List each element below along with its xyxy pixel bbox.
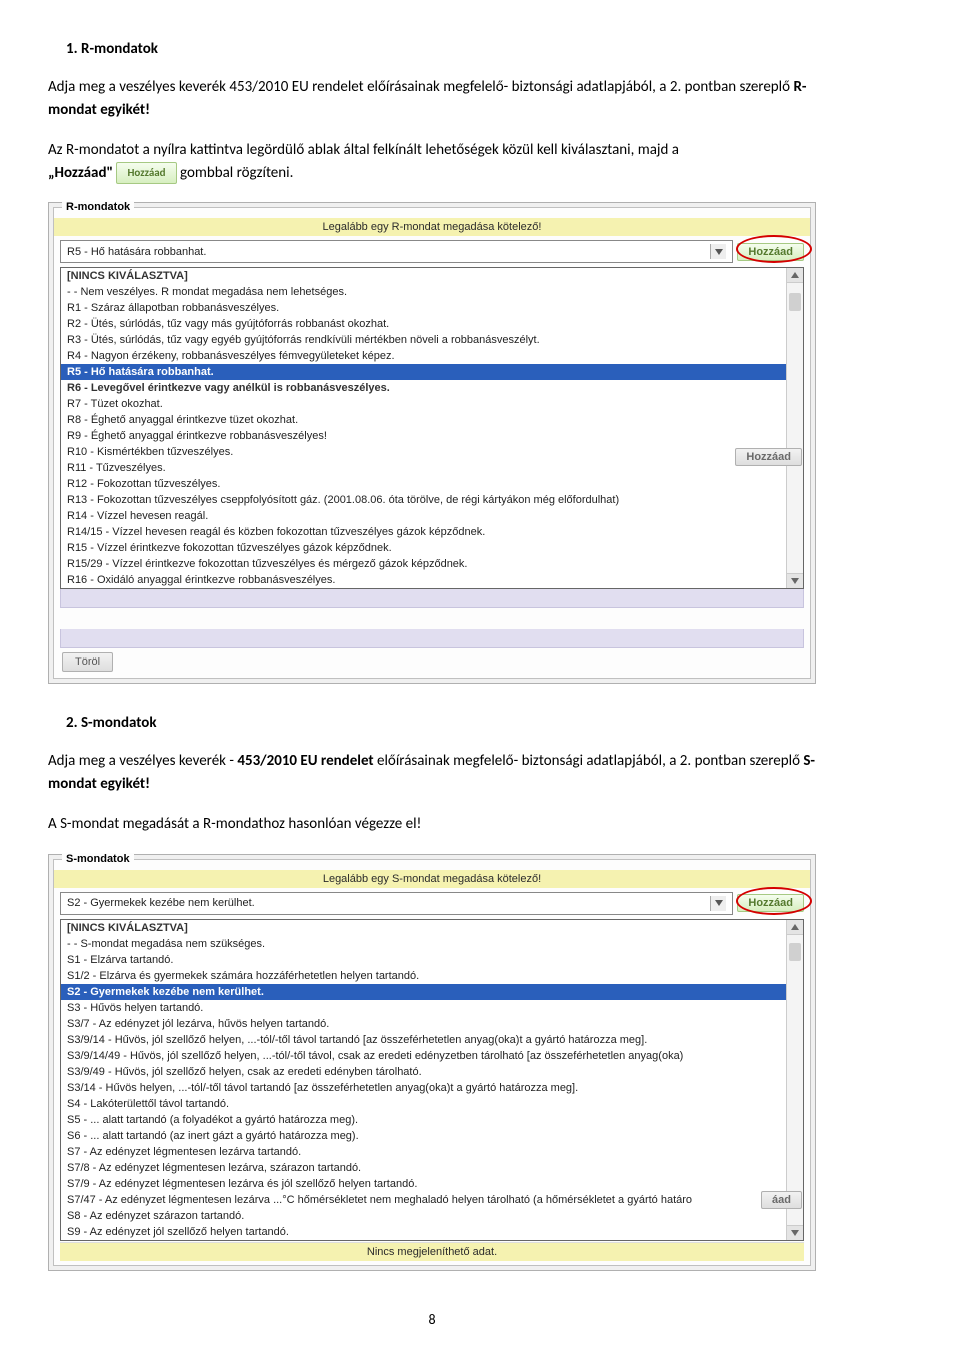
screenshot-r-mondatok: R-mondatok Legalább egy R-mondat megadás…: [48, 202, 816, 684]
hozzaad-button-r[interactable]: Hozzáad: [737, 243, 804, 261]
dropdown-option[interactable]: S1 - Elzárva tartandó.: [61, 952, 786, 968]
warning-bar-r: Legalább egy R-mondat megadása kötelező!: [54, 218, 810, 236]
dropdown-option[interactable]: S7/47 - Az edényzet légmentesen lezárva …: [61, 1192, 786, 1208]
dropdown-option[interactable]: R9 - Éghető anyaggal érintkezve robbanás…: [61, 428, 786, 444]
dropdown-option[interactable]: S3/9/14 - Hűvös, jól szellőző helyen, ..…: [61, 1032, 786, 1048]
dropdown-option[interactable]: R16 - Oxidáló anyaggal érintkezve robban…: [61, 572, 786, 588]
dropdown-option[interactable]: S3 - Hűvös helyen tartandó.: [61, 1000, 786, 1016]
torol-button[interactable]: Töröl: [62, 652, 113, 672]
hozzaad-button-side[interactable]: Hozzáad: [735, 448, 802, 466]
no-data-bar: Nincs megjeleníthető adat.: [60, 1242, 804, 1261]
dropdown-option[interactable]: - - S-mondat megadása nem szükséges.: [61, 936, 786, 952]
section1-p2b: gombbal rögzíteni.: [180, 164, 293, 182]
section1-p2a: Az R-mondatot a nyílra kattintva legördü…: [48, 141, 679, 159]
dropdown-option[interactable]: R1 - Száraz állapotban robbanásveszélyes…: [61, 300, 786, 316]
s-dropdown-field[interactable]: S2 - Gyermekek kezébe nem kerülhet.: [60, 892, 733, 915]
chevron-down-icon[interactable]: [710, 244, 726, 259]
scroll-down-icon[interactable]: [787, 573, 803, 588]
r-dropdown-panel[interactable]: [NINCS KIVÁLASZTVA]- - Nem veszélyes. R …: [60, 267, 804, 589]
dropdown-option[interactable]: S3/7 - Az edényzet jól lezárva, hűvös he…: [61, 1016, 786, 1032]
hozzaad-button-side[interactable]: áad: [761, 1191, 802, 1209]
warning-bar-s: Legalább egy S-mondat megadása kötelező!: [54, 870, 810, 888]
r-dropdown-field[interactable]: R5 - Hő hatására robbanhat.: [60, 240, 733, 263]
dropdown-option[interactable]: R4 - Nagyon érzékeny, robbanásveszélyes …: [61, 348, 786, 364]
dropdown-option[interactable]: S3/9/14/49 - Hűvös, jól szellőző helyen,…: [61, 1048, 786, 1064]
dropdown-option[interactable]: S3/9/49 - Hűvös, jól szellőző helyen, cs…: [61, 1064, 786, 1080]
dropdown-option[interactable]: S4 - Lakóterülettől távol tartandó.: [61, 1096, 786, 1112]
page-number: 8: [48, 1311, 816, 1328]
hozzaad-badge-icon: Hozzáad: [116, 162, 176, 185]
fieldset-label-r: R-mondatok: [62, 201, 134, 213]
dropdown-option[interactable]: R6 - Levegővel érintkezve vagy anélkül i…: [61, 380, 786, 396]
section2-p1b: 453/2010 EU rendelet: [237, 752, 373, 770]
dropdown-option[interactable]: R8 - Éghető anyaggal érintkezve tüzet ok…: [61, 412, 786, 428]
s-dropdown-panel[interactable]: [NINCS KIVÁLASZTVA]- - S-mondat megadása…: [60, 919, 804, 1241]
section2-p1c: előírásainak megfelelő- biztonsági adatl…: [374, 752, 804, 770]
dropdown-option[interactable]: S6 - ... alatt tartandó (az inert gázt a…: [61, 1128, 786, 1144]
r-dropdown-selected: R5 - Hő hatására robbanhat.: [67, 246, 206, 258]
dropdown-option[interactable]: S9 - Az edényzet jól szellőző helyen tar…: [61, 1224, 786, 1240]
dropdown-option[interactable]: S7/9 - Az edényzet légmentesen lezárva é…: [61, 1176, 786, 1192]
dropdown-option[interactable]: [NINCS KIVÁLASZTVA]: [61, 268, 786, 284]
dropdown-option[interactable]: R14 - Vízzel hevesen reagál.: [61, 508, 786, 524]
section1-p1: Adja meg a veszélyes keverék 453/2010 EU…: [48, 76, 816, 121]
dropdown-option[interactable]: R12 - Fokozottan tűzveszélyes.: [61, 476, 786, 492]
dropdown-option[interactable]: S5 - ... alatt tartandó (a folyadékot a …: [61, 1112, 786, 1128]
section1-p2: Az R-mondatot a nyílra kattintva legördü…: [48, 139, 816, 184]
dropdown-option[interactable]: R11 - Tűzveszélyes.: [61, 460, 786, 476]
chevron-down-icon[interactable]: [710, 896, 726, 911]
dropdown-option[interactable]: R13 - Fokozottan tűzveszélyes cseppfolyó…: [61, 492, 786, 508]
fieldset-label-s: S-mondatok: [62, 853, 134, 865]
dropdown-option[interactable]: S1/2 - Elzárva és gyermekek számára hozz…: [61, 968, 786, 984]
section1-p1a: Adja meg a veszélyes keverék 453/2010 EU…: [48, 78, 793, 96]
section1-title: 1. R-mondatok: [66, 40, 816, 58]
bg-strip: [60, 589, 804, 608]
dropdown-option[interactable]: R5 - Hő hatására robbanhat.: [61, 364, 786, 380]
section2-p2: A S-mondat megadását a R-mondathoz hason…: [48, 813, 816, 836]
dropdown-option[interactable]: R15/29 - Vízzel érintkezve fokozottan tű…: [61, 556, 786, 572]
scroll-up-icon[interactable]: [787, 920, 803, 935]
bg-strip-2: [60, 629, 804, 648]
s-dropdown-selected: S2 - Gyermekek kezébe nem kerülhet.: [67, 897, 255, 909]
section2-p1: Adja meg a veszélyes keverék - 453/2010 …: [48, 750, 816, 795]
scroll-thumb[interactable]: [789, 943, 801, 961]
section2-p1a: Adja meg a veszélyes keverék -: [48, 752, 237, 770]
scroll-down-icon[interactable]: [787, 1225, 803, 1240]
hozzaad-button-s[interactable]: Hozzáad: [737, 894, 804, 912]
section1-p2-quote: „Hozzáad": [48, 164, 116, 182]
screenshot-s-mondatok: S-mondatok Legalább egy S-mondat megadás…: [48, 854, 816, 1271]
scrollbar[interactable]: [786, 268, 803, 588]
section2-title: 2. S-mondatok: [66, 714, 816, 732]
scroll-up-icon[interactable]: [787, 268, 803, 283]
dropdown-option[interactable]: S7 - Az edényzet légmentesen lezárva tar…: [61, 1144, 786, 1160]
dropdown-option[interactable]: R14/15 - Vízzel hevesen reagál és közben…: [61, 524, 786, 540]
dropdown-option[interactable]: S7/8 - Az edényzet légmentesen lezárva, …: [61, 1160, 786, 1176]
dropdown-option[interactable]: R15 - Vízzel érintkezve fokozottan tűzve…: [61, 540, 786, 556]
dropdown-option[interactable]: S3/14 - Hűvös helyen, ...-tól/-től távol…: [61, 1080, 786, 1096]
dropdown-option[interactable]: [NINCS KIVÁLASZTVA]: [61, 920, 786, 936]
dropdown-option[interactable]: S2 - Gyermekek kezébe nem kerülhet.: [61, 984, 786, 1000]
dropdown-option[interactable]: - - Nem veszélyes. R mondat megadása nem…: [61, 284, 786, 300]
dropdown-option[interactable]: R3 - Ütés, súrlódás, tűz vagy egyéb gyúj…: [61, 332, 786, 348]
dropdown-option[interactable]: R2 - Ütés, súrlódás, tűz vagy más gyújtó…: [61, 316, 786, 332]
dropdown-option[interactable]: R7 - Tüzet okozhat.: [61, 396, 786, 412]
dropdown-option[interactable]: S8 - Az edényzet szárazon tartandó.: [61, 1208, 786, 1224]
scroll-thumb[interactable]: [789, 293, 801, 311]
dropdown-option[interactable]: R10 - Kismértékben tűzveszélyes.: [61, 444, 786, 460]
